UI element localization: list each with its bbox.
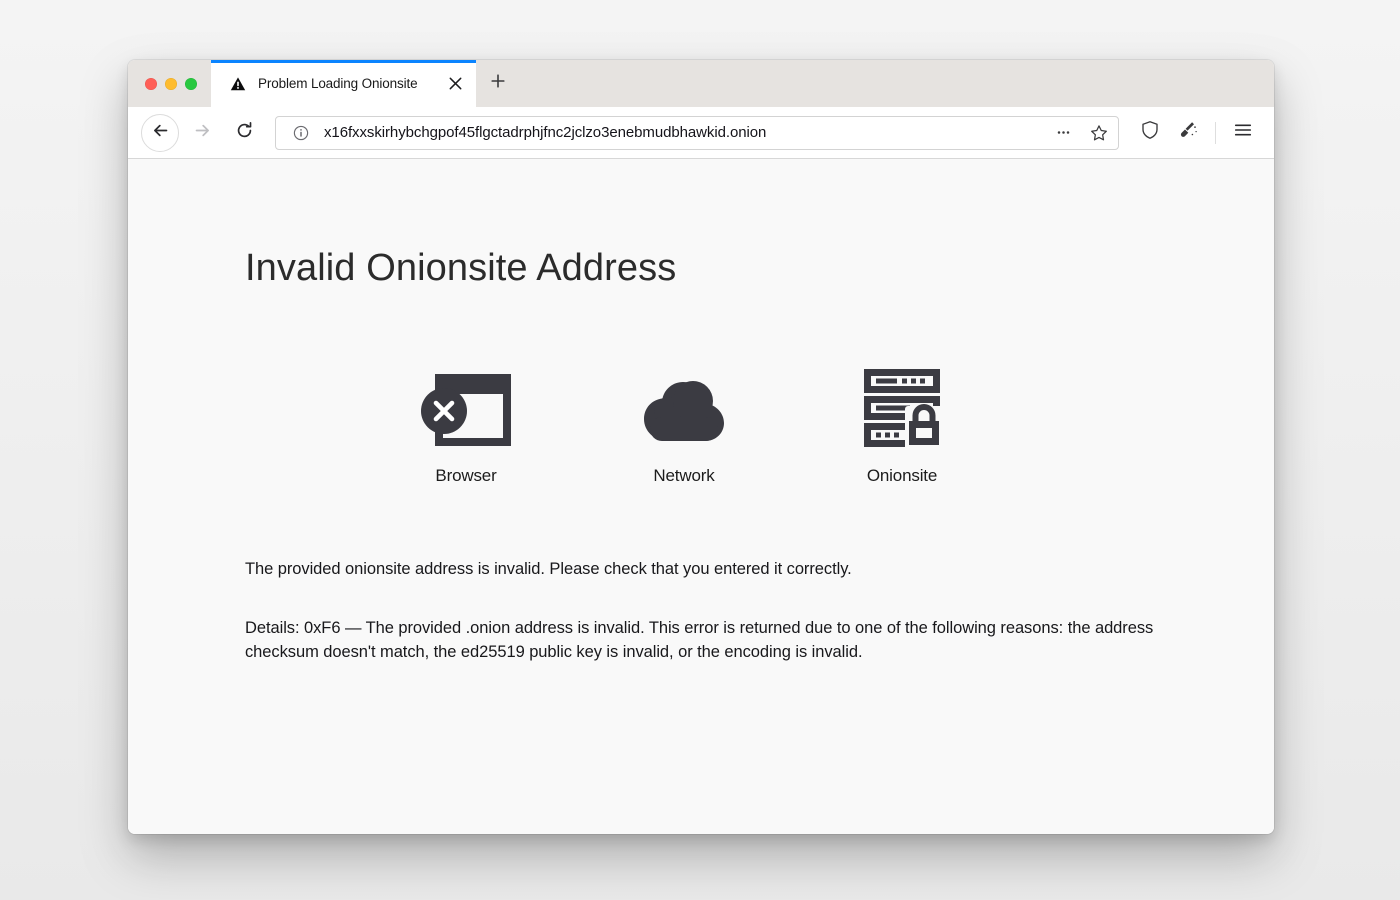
zoom-window-button[interactable]: [185, 77, 197, 90]
page-actions-button[interactable]: [1050, 120, 1076, 146]
tab-strip: Problem Loading Onionsite: [128, 60, 1274, 107]
forward-button: [183, 114, 221, 152]
reload-button[interactable]: [225, 114, 263, 152]
diagram-label-browser: Browser: [435, 466, 497, 485]
minimize-window-button[interactable]: [165, 77, 177, 90]
error-description: The provided onionsite address is invali…: [245, 558, 1155, 664]
hamburger-menu-icon: [1233, 120, 1253, 145]
new-tab-button[interactable]: [476, 60, 520, 107]
tab-problem-loading-onionsite[interactable]: Problem Loading Onionsite: [211, 60, 476, 107]
close-icon[interactable]: [444, 73, 466, 95]
page-content: Invalid Onionsite Address Browser Networ…: [128, 159, 1274, 834]
tab-title: Problem Loading Onionsite: [258, 76, 418, 91]
desktop-backdrop: Problem Loading Onionsite x16fxxskirhybc…: [0, 0, 1400, 900]
error-summary: The provided onionsite address is invali…: [245, 560, 852, 578]
toolbar-divider: [1215, 121, 1216, 144]
plus-icon: [490, 73, 506, 94]
window-controls: [128, 60, 211, 107]
shield-icon: [1140, 120, 1160, 145]
warning-triangle-icon: [229, 75, 246, 92]
back-arrow-icon: [151, 121, 170, 145]
page-title: Invalid Onionsite Address: [245, 247, 677, 289]
browser-window: Problem Loading Onionsite x16fxxskirhybc…: [128, 60, 1274, 834]
close-window-button[interactable]: [145, 77, 157, 90]
diagram-node-onionsite: Onionsite: [847, 366, 957, 486]
cloud-icon: [638, 366, 730, 450]
bookmark-star-icon[interactable]: [1086, 120, 1112, 146]
server-lock-icon: [860, 366, 944, 450]
diagram-label-onionsite: Onionsite: [866, 466, 938, 485]
reload-icon: [235, 121, 254, 145]
address-bar[interactable]: x16fxxskirhybchgpof45flgctadrphjfnc2jclz…: [275, 115, 1119, 150]
tracking-protection-button[interactable]: [1133, 116, 1167, 150]
diagram-node-network: Network: [629, 366, 739, 486]
application-menu-button[interactable]: [1226, 116, 1260, 150]
broom-icon: [1178, 120, 1198, 145]
error-details: Details: 0xF6 — The provided .onion addr…: [245, 617, 1155, 664]
url-text[interactable]: x16fxxskirhybchgpof45flgctadrphjfnc2jclz…: [324, 124, 1040, 141]
diagram-label-network: Network: [653, 466, 715, 485]
new-identity-button[interactable]: [1171, 116, 1205, 150]
forward-arrow-icon: [193, 121, 212, 145]
error-details-line-1: Details: 0xF6 — The provided .onion addr…: [245, 619, 1064, 638]
connection-diagram: Browser Network Onionsite: [245, 366, 1155, 486]
info-circle-icon[interactable]: [288, 120, 314, 146]
browser-window-error-icon: [419, 366, 513, 450]
back-button[interactable]: [141, 113, 179, 152]
diagram-node-browser: Browser: [411, 366, 521, 486]
navigation-toolbar: x16fxxskirhybchgpof45flgctadrphjfnc2jclz…: [128, 107, 1274, 159]
